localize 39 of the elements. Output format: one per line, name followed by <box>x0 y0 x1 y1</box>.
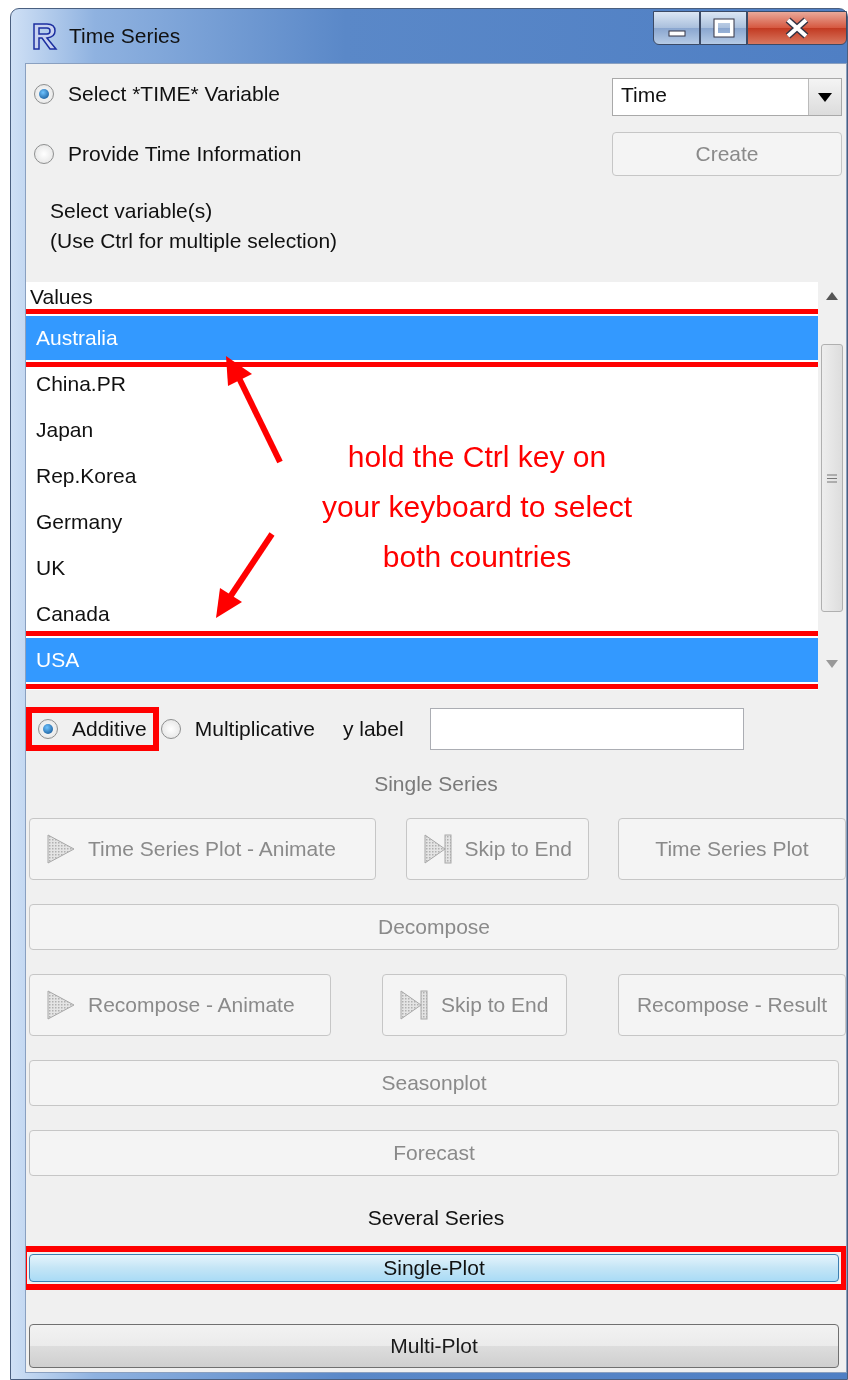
y-label-field[interactable] <box>429 708 744 750</box>
list-item[interactable]: Japan <box>26 408 104 452</box>
radio-option[interactable]: Select *TIME* Variable <box>30 80 285 108</box>
list-header: Values <box>29 284 94 310</box>
annotation-text: hold the Ctrl key on your keyboard to select both countries <box>320 439 634 575</box>
list-item[interactable]: Germany <box>26 500 133 544</box>
list-item[interactable]: China.PR <box>26 362 136 406</box>
radio-button[interactable] <box>160 719 181 739</box>
dropdown-arrow-icon <box>818 92 832 102</box>
radio-option[interactable]: Additive <box>34 715 151 743</box>
section-heading: Several Series <box>366 1205 506 1231</box>
minimize-button[interactable] <box>653 11 700 45</box>
radio-button[interactable] <box>34 84 54 104</box>
plot-button[interactable]: Single-Plot <box>29 1254 839 1282</box>
y-label-text: y label <box>342 717 404 741</box>
skip-to-end-icon <box>399 989 429 1021</box>
scroll-down-icon[interactable] <box>826 660 838 668</box>
instruction-text: Select variable(s) (Use Ctrl for multiple selection) <box>49 198 339 254</box>
minimize-icon <box>667 29 686 37</box>
maximize-icon <box>712 18 735 38</box>
list-item[interactable]: Rep.Korea <box>26 454 147 498</box>
skip-to-end-icon <box>422 833 453 865</box>
play-icon <box>46 833 76 865</box>
maximize-button[interactable] <box>700 11 747 45</box>
list-item[interactable]: Canada <box>26 592 120 636</box>
close-button[interactable] <box>747 11 847 45</box>
radio-option[interactable]: Provide Time Information <box>30 140 306 168</box>
section-heading: Single Series <box>373 771 499 797</box>
radio-button[interactable] <box>38 719 58 739</box>
scroll-up-icon[interactable] <box>826 292 838 300</box>
radio-option[interactable]: Multiplicative <box>156 715 319 743</box>
window-title: Time Series <box>69 24 181 48</box>
close-icon <box>784 16 810 40</box>
plot-button[interactable]: Multi-Plot <box>29 1324 839 1368</box>
list-item[interactable]: UK <box>26 546 76 590</box>
scroll-thumb[interactable] <box>821 344 843 612</box>
radio-button[interactable] <box>34 144 54 164</box>
play-icon <box>46 989 76 1021</box>
time-dropdown[interactable]: Time <box>612 78 842 116</box>
